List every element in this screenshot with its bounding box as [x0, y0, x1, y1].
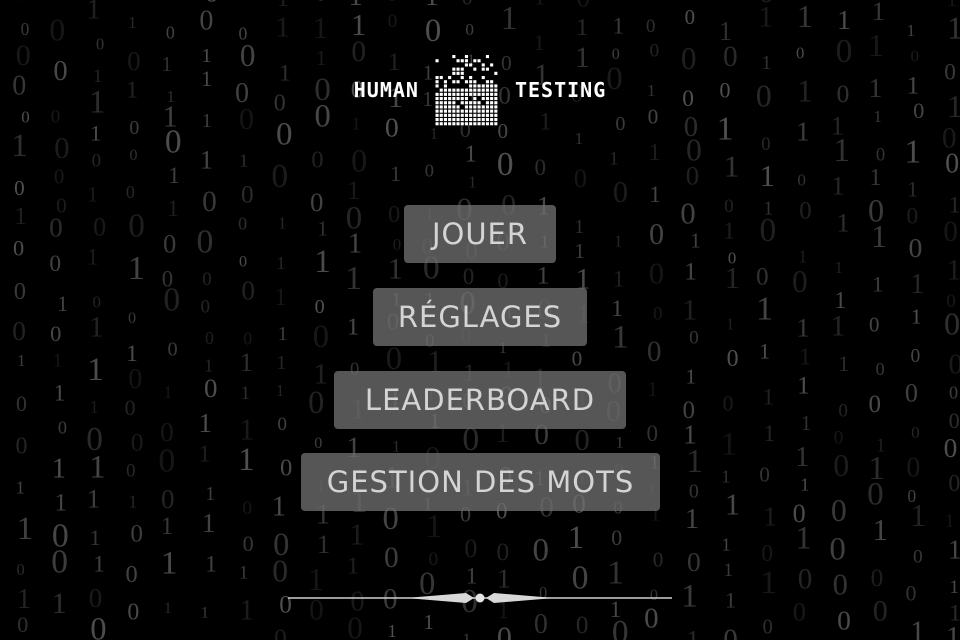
settings-button[interactable]: RÉGLAGES: [373, 288, 587, 346]
main-menu-screen: 0000010100010011010000000000101101100111…: [0, 0, 960, 640]
ornamental-divider-icon: [288, 593, 672, 603]
leaderboard-button[interactable]: LEADERBOARD: [334, 371, 626, 429]
play-button[interactable]: JOUER: [404, 205, 556, 263]
word-management-button[interactable]: GESTION DES MOTS: [301, 453, 660, 511]
main-menu: JOUER RÉGLAGES LEADERBOARD GESTION DES M…: [0, 0, 960, 640]
